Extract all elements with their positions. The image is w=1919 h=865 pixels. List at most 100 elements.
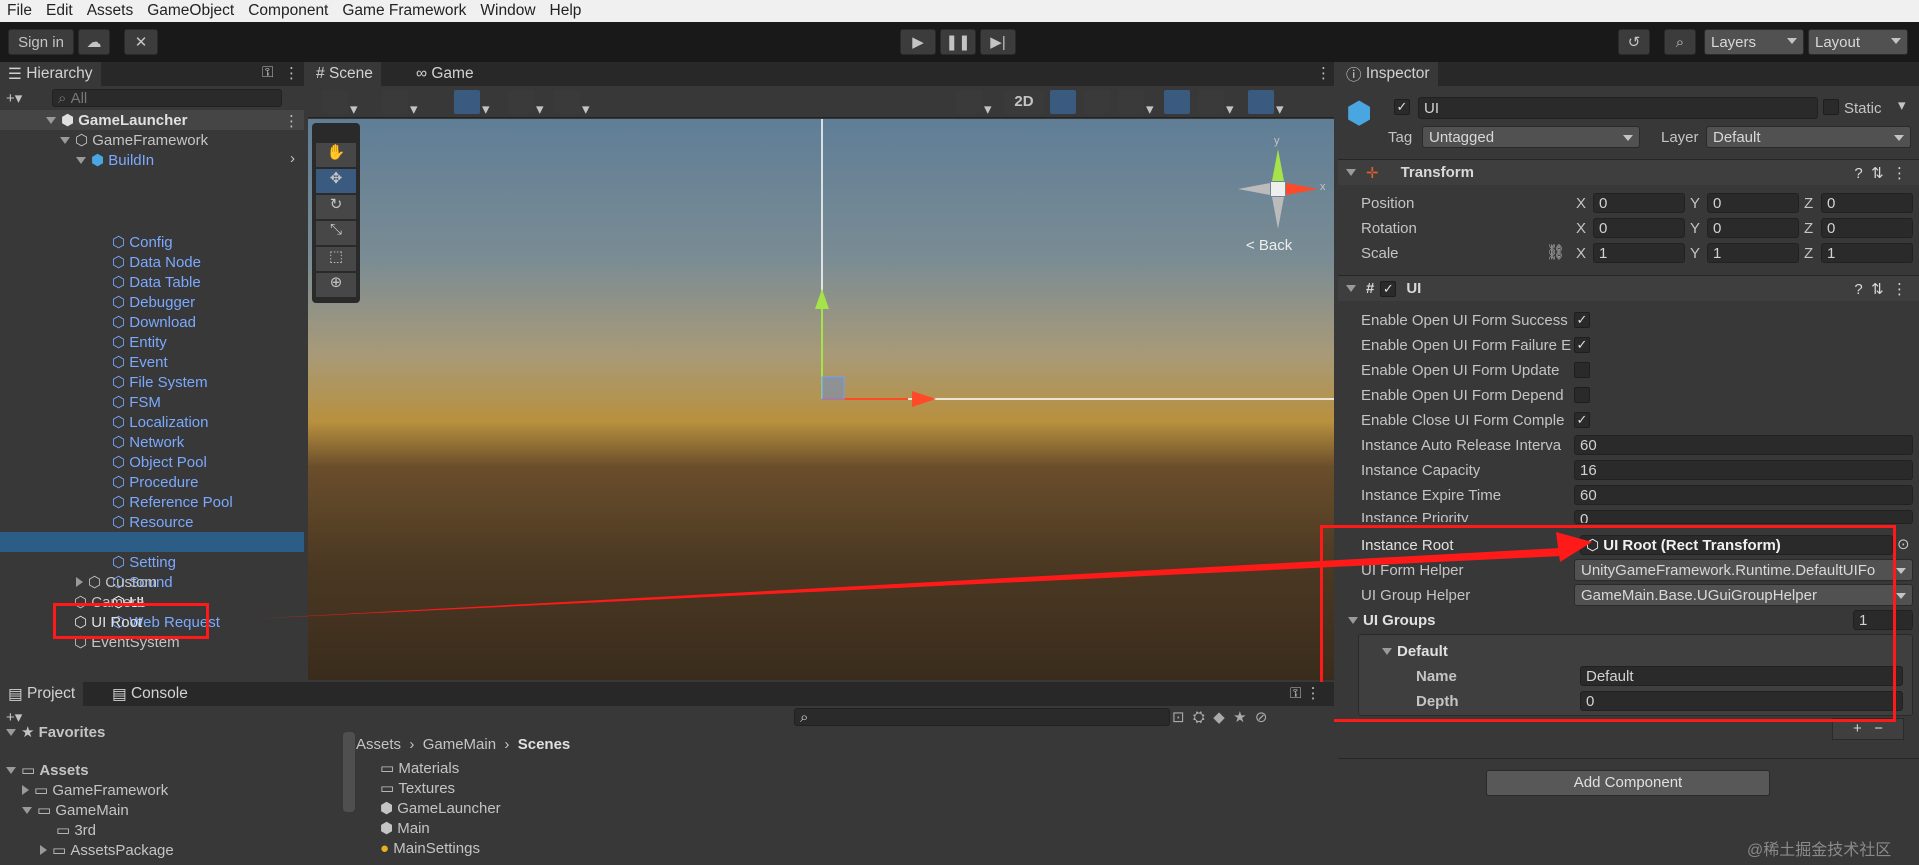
menu-window[interactable]: Window	[473, 2, 542, 20]
object-picker-icon[interactable]: ⊙	[1897, 535, 1910, 553]
priority-input[interactable]: 0	[1574, 510, 1913, 524]
rotation-input[interactable]: 0	[1707, 218, 1799, 238]
gizmos-icon[interactable]: ▾	[1248, 90, 1284, 118]
menu-gameobject[interactable]: GameObject	[140, 2, 241, 20]
ui-component-enabled-checkbox[interactable]: ✓	[1380, 280, 1397, 297]
project-file-textures[interactable]: ▭ Textures	[380, 778, 455, 798]
scene-viewport[interactable]: ✋ ✥ ↻ ⤡ ⬚ ⊕ y x < Back	[308, 119, 1334, 680]
draw-mode-dropdown[interactable]: ▾	[322, 90, 358, 118]
filter-icons[interactable]: ⊡ ⛭ ◆ ★ ⊘	[1172, 708, 1267, 726]
sign-in-button[interactable]: Sign in	[8, 29, 74, 55]
project-file-mainsettings[interactable]: ● MainSettings	[380, 838, 480, 858]
project-folder-gameframework[interactable]: ▭ GameFramework	[22, 780, 168, 800]
scene-item[interactable]: ⬢ GameLauncher	[46, 110, 187, 130]
static-dropdown-icon[interactable]: ▾	[1898, 96, 1906, 114]
enable-open-dependency-checkbox[interactable]	[1574, 387, 1590, 403]
menu-assets[interactable]: Assets	[80, 2, 141, 20]
object-name-field[interactable]: UI	[1418, 97, 1818, 119]
transform-header[interactable]: ✛ Transform ? ⇅ ⋮	[1338, 159, 1919, 185]
capacity-input[interactable]: 16	[1574, 460, 1913, 480]
menu-component[interactable]: Component	[241, 2, 335, 20]
ui-component-header[interactable]: # ✓ UI ? ⇅ ⋮	[1338, 275, 1919, 301]
play-button[interactable]: ▶	[900, 29, 936, 55]
effects-icon[interactable]: ▾	[1118, 90, 1154, 118]
constrain-proportions-icon[interactable]: ⛓	[1546, 243, 1565, 261]
pause-button[interactable]: ❚❚	[940, 29, 976, 55]
enable-open-failure-checkbox[interactable]: ✓	[1574, 337, 1590, 353]
hierarchy-item[interactable]: ⬡ Config	[112, 232, 173, 252]
more-icon[interactable]: ⋮	[284, 64, 299, 82]
hierarchy-item[interactable]: ⬡ FSM	[112, 392, 161, 412]
component-menu-icon[interactable]: ? ⇅ ⋮	[1854, 164, 1907, 182]
assets-item[interactable]: ▭ Assets	[6, 760, 89, 780]
search-icon[interactable]: ⌕	[1664, 29, 1696, 55]
tab-project[interactable]: ▤ Project	[0, 682, 84, 706]
lighting-icon[interactable]	[1050, 90, 1078, 118]
hierarchy-item-buildin[interactable]: ⬢ BuildIn	[76, 150, 154, 170]
visibility-icon[interactable]	[1164, 90, 1192, 118]
active-checkbox[interactable]: ✓	[1394, 99, 1410, 115]
hierarchy-item[interactable]: ⬡ Reference Pool	[112, 492, 233, 512]
tab-hierarchy[interactable]: ☰ Hierarchy	[0, 62, 101, 86]
hierarchy-item[interactable]: ⬡ Procedure	[112, 472, 198, 492]
camera-icon[interactable]: ▾	[1198, 90, 1234, 118]
project-file-materials[interactable]: ▭ Materials	[380, 758, 459, 778]
scene-more-icon[interactable]: ⋮	[1316, 64, 1331, 82]
hierarchy-item[interactable]: ⬡ Event	[112, 352, 168, 372]
component-menu-icon[interactable]: ? ⇅ ⋮	[1854, 280, 1907, 298]
project-tree-scrollbar[interactable]	[343, 732, 355, 812]
hierarchy-search-input[interactable]: ⌕ All	[52, 89, 282, 107]
hierarchy-item[interactable]: ⬡ Network	[112, 432, 184, 452]
scene-more-icon[interactable]: ⋮	[284, 112, 299, 130]
menu-help[interactable]: Help	[543, 2, 589, 20]
grid-visibility-icon[interactable]: ▾	[508, 90, 544, 118]
hierarchy-item[interactable]: ⬡ Data Table	[112, 272, 201, 292]
auto-release-input[interactable]: 60	[1574, 435, 1913, 455]
cloud-icon[interactable]: ☁	[78, 29, 110, 55]
enable-close-complete-checkbox[interactable]: ✓	[1574, 412, 1590, 428]
step-button[interactable]: ▶|	[980, 29, 1016, 55]
lock-icon[interactable]: ⚿ ⋮	[1290, 684, 1321, 702]
hierarchy-item[interactable]: ⬡ File System	[112, 372, 208, 392]
menu-edit[interactable]: Edit	[39, 2, 80, 20]
layer-dropdown[interactable]: Default	[1706, 126, 1911, 148]
hierarchy-item-custom[interactable]: ⬡ Custom	[76, 572, 157, 592]
scale-input[interactable]: 1	[1821, 243, 1913, 263]
hierarchy-item[interactable]: ⬡ Object Pool	[112, 452, 207, 472]
grid-snap-icon[interactable]: ▾	[454, 90, 490, 118]
layout-dropdown[interactable]: Layout	[1808, 29, 1908, 55]
rotation-input[interactable]: 0	[1593, 218, 1685, 238]
increment-snap-icon[interactable]: ▾	[554, 90, 590, 118]
project-folder-gamemain[interactable]: ▭ GameMain	[22, 800, 129, 820]
orientation-dropdown[interactable]: ▾	[956, 90, 992, 118]
layers-dropdown[interactable]: Layers	[1704, 29, 1804, 55]
breadcrumb-assets[interactable]: Assets	[356, 736, 401, 753]
hierarchy-item[interactable]: ⬡ Debugger	[112, 292, 195, 312]
back-label[interactable]: < Back	[1246, 237, 1292, 254]
hierarchy-item[interactable]: ⬡ Resource	[112, 512, 193, 532]
project-folder-3rd[interactable]: ▭ 3rd	[56, 820, 96, 840]
hierarchy-item[interactable]: ⬡ Entity	[112, 332, 167, 352]
breadcrumb-scenes[interactable]: Scenes	[518, 736, 571, 753]
hierarchy-item-gameframework[interactable]: ⬡ GameFramework	[60, 130, 208, 150]
hierarchy-item[interactable]: ⬡ Data Node	[112, 252, 201, 272]
audio-icon[interactable]	[1084, 90, 1112, 118]
history-icon[interactable]: ↺	[1618, 29, 1650, 55]
favorites-item[interactable]: ★ Favorites	[6, 724, 105, 741]
position-input[interactable]: 0	[1707, 193, 1799, 213]
menu-file[interactable]: File	[0, 2, 39, 20]
scale-input[interactable]: 1	[1707, 243, 1799, 263]
breadcrumb-gamemain[interactable]: GameMain	[423, 736, 496, 753]
menu-game-framework[interactable]: Game Framework	[335, 2, 473, 20]
tag-dropdown[interactable]: Untagged	[1422, 126, 1640, 148]
scale-input[interactable]: 1	[1593, 243, 1685, 263]
tab-inspector[interactable]: ⓘ Inspector	[1338, 62, 1438, 86]
hierarchy-item[interactable]: ⬡ Download	[112, 312, 196, 332]
enable-open-success-checkbox[interactable]: ✓	[1574, 312, 1590, 328]
lock-icon[interactable]: ⚿	[262, 64, 273, 81]
project-file-main[interactable]: ⬢ Main	[380, 818, 430, 838]
expire-time-input[interactable]: 60	[1574, 485, 1913, 505]
add-icon[interactable]: +▾	[6, 89, 22, 107]
project-folder-assetspackage[interactable]: ▭ AssetsPackage	[40, 840, 174, 860]
position-input[interactable]: 0	[1821, 193, 1913, 213]
